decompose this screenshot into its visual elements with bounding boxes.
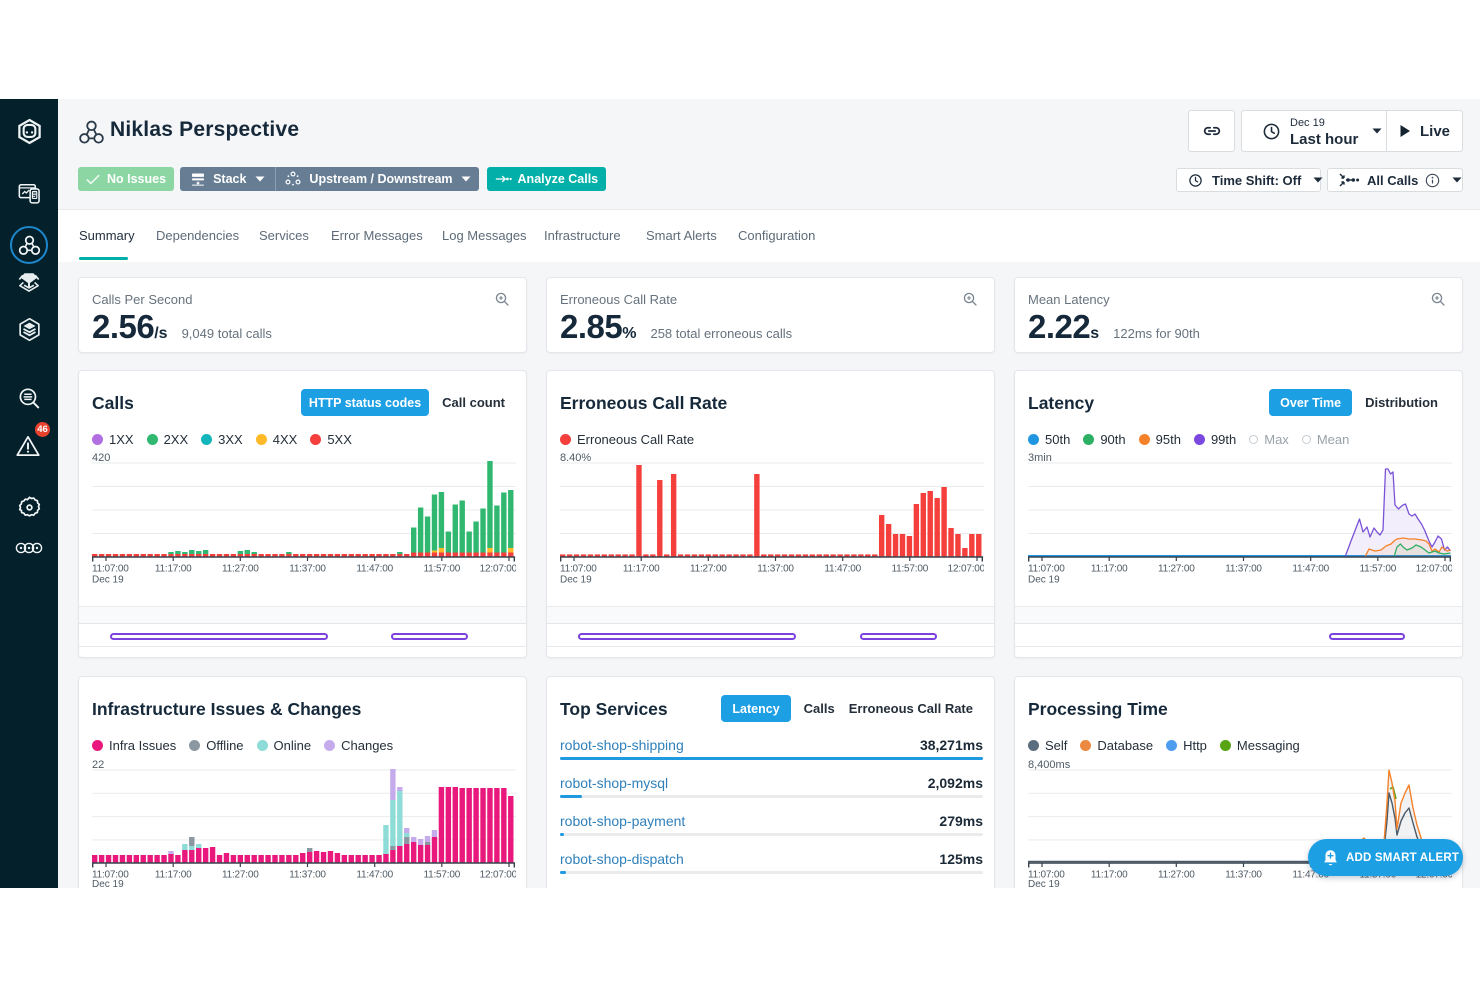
svg-text:11:37:00: 11:37:00 (1225, 564, 1262, 575)
svg-text:11:27:00: 11:27:00 (222, 564, 259, 575)
svg-text:Dec 19: Dec 19 (92, 575, 124, 586)
svg-text:Dec 19: Dec 19 (560, 575, 592, 586)
svg-text:12:07:00: 12:07:00 (1416, 564, 1452, 575)
svg-text:11:27:00: 11:27:00 (690, 564, 727, 575)
svg-text:11:27:00: 11:27:00 (222, 870, 259, 881)
svg-text:11:17:00: 11:17:00 (1091, 564, 1128, 575)
svg-text:11:17:00: 11:17:00 (1091, 870, 1128, 881)
svg-text:11:17:00: 11:17:00 (155, 870, 192, 881)
svg-text:11:17:00: 11:17:00 (623, 564, 660, 575)
svg-text:Dec 19: Dec 19 (1028, 575, 1060, 586)
svg-text:12:07:00: 12:07:00 (480, 870, 516, 881)
svg-text:12:07:00: 12:07:00 (480, 564, 516, 575)
svg-text:12:07:00: 12:07:00 (948, 564, 984, 575)
svg-text:11:47:00: 11:47:00 (356, 564, 393, 575)
svg-text:11:07:00: 11:07:00 (560, 564, 597, 575)
svg-text:11:07:00: 11:07:00 (1028, 564, 1065, 575)
svg-text:11:27:00: 11:27:00 (1158, 870, 1195, 881)
svg-text:11:47:00: 11:47:00 (1292, 564, 1329, 575)
svg-text:Dec 19: Dec 19 (92, 879, 124, 888)
svg-text:11:17:00: 11:17:00 (155, 564, 192, 575)
svg-text:11:37:00: 11:37:00 (289, 564, 326, 575)
svg-text:11:57:00: 11:57:00 (424, 564, 461, 575)
svg-text:11:37:00: 11:37:00 (1225, 870, 1262, 881)
svg-text:11:57:00: 11:57:00 (892, 564, 929, 575)
svg-text:Dec 19: Dec 19 (1028, 879, 1060, 888)
svg-text:11:07:00: 11:07:00 (92, 564, 129, 575)
svg-text:11:37:00: 11:37:00 (757, 564, 794, 575)
svg-text:11:57:00: 11:57:00 (424, 870, 461, 881)
svg-text:11:57:00: 11:57:00 (1360, 564, 1397, 575)
svg-text:11:37:00: 11:37:00 (289, 870, 326, 881)
svg-text:11:27:00: 11:27:00 (1158, 564, 1195, 575)
svg-text:11:47:00: 11:47:00 (356, 870, 393, 881)
svg-text:11:47:00: 11:47:00 (824, 564, 861, 575)
